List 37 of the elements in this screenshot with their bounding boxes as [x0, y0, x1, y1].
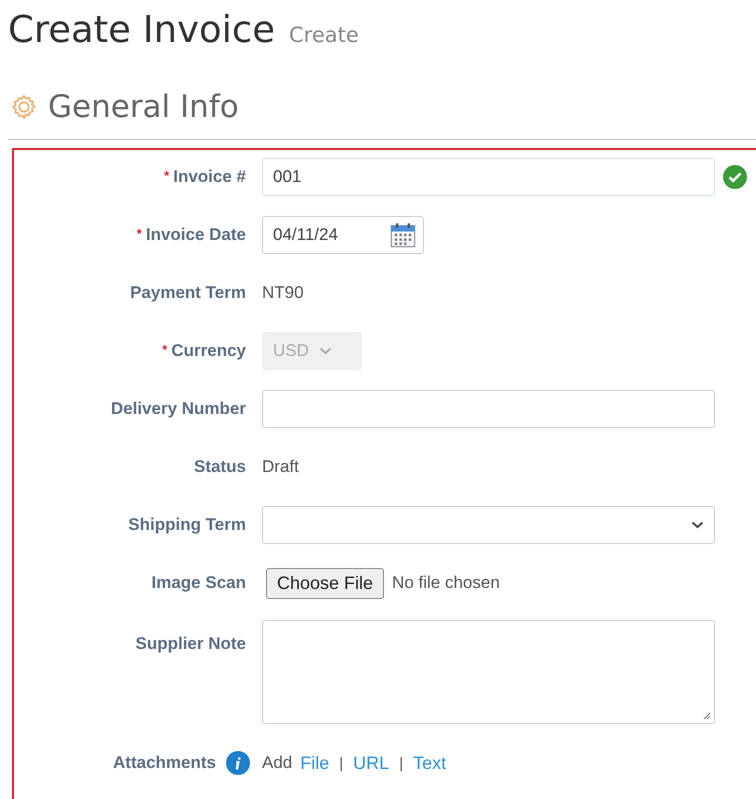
field-value: Draft [262, 457, 299, 477]
gear-icon [10, 93, 38, 121]
required-mark: * [136, 226, 142, 241]
attachment-link[interactable]: File [300, 752, 330, 774]
file-status: No file chosen [392, 573, 500, 593]
field-label: Invoice Date [146, 225, 246, 245]
required-mark: * [162, 342, 168, 357]
choose-file-button[interactable]: Choose File [266, 568, 384, 598]
select-field[interactable] [262, 506, 715, 544]
chevron-down-icon [691, 521, 704, 529]
field-label: Payment Term [130, 283, 246, 303]
separator: | [339, 754, 344, 772]
attachment-link[interactable]: URL [353, 752, 390, 774]
field-label: Image Scan [152, 573, 246, 593]
page-title: Create Invoice [8, 8, 275, 51]
separator: | [399, 754, 404, 772]
attachment-link[interactable]: Text [413, 752, 446, 774]
field-label: Shipping Term [128, 515, 246, 535]
info-icon[interactable] [226, 751, 250, 775]
chevron-down-icon [318, 347, 332, 355]
page-subtitle: Create [289, 23, 359, 47]
resize-handle-icon[interactable] [703, 712, 711, 720]
required-mark: * [164, 168, 170, 183]
field-label: Invoice # [173, 167, 246, 187]
field-label: Attachments [113, 753, 216, 773]
calendar-icon[interactable] [389, 221, 417, 249]
field-value: NT90 [262, 283, 304, 303]
check-icon [723, 165, 747, 189]
text-input[interactable] [262, 390, 715, 428]
date-input[interactable]: 04/11/24 [262, 216, 424, 254]
add-label: Add [262, 753, 292, 773]
field-label: Supplier Note [135, 634, 246, 654]
field-label: Currency [171, 341, 246, 361]
section-title: General Info [48, 89, 239, 125]
field-label: Status [194, 457, 246, 477]
field-label: Delivery Number [110, 399, 246, 419]
text-input[interactable]: 001 [262, 158, 715, 196]
